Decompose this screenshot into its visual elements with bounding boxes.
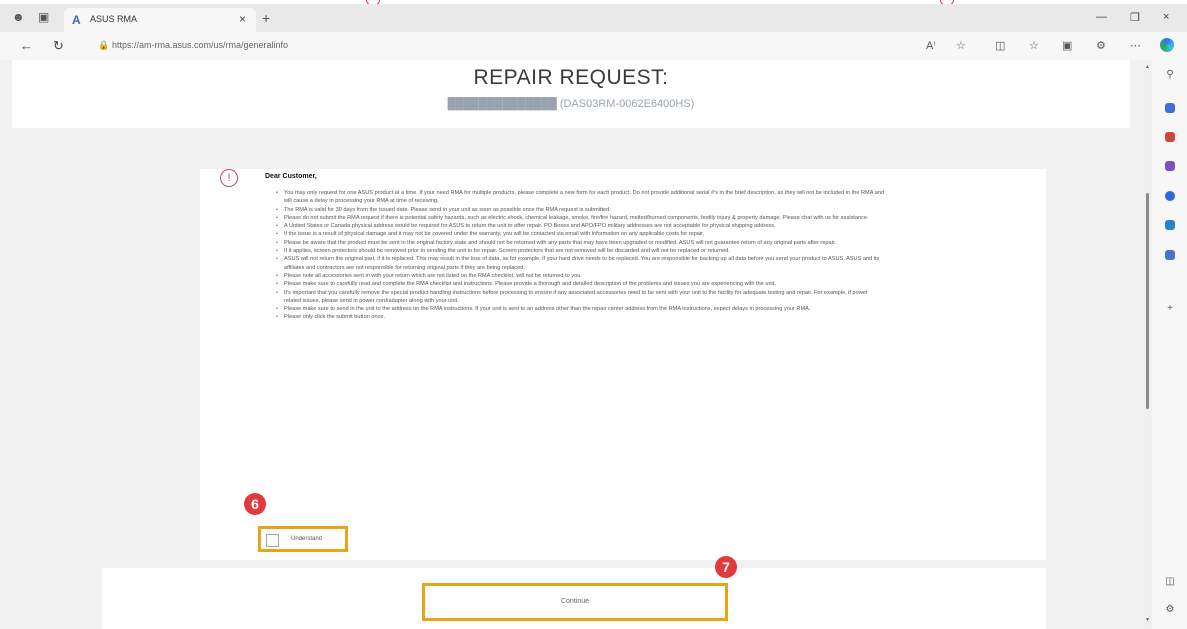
address-bar: ← ↻ 🔒 https://am-rma.asus.com/us/rma/gen… — [0, 32, 1187, 61]
warning-icon: ! — [220, 169, 238, 187]
serial-subtitle: ██████████████ (DAS03RM-0062E6400HS) — [447, 98, 695, 110]
step-6-badge: 6 — [244, 493, 266, 515]
scrollbar-thumb[interactable] — [1146, 193, 1149, 409]
games-icon[interactable] — [1165, 161, 1175, 171]
scroll-up-icon[interactable]: ▲ — [1145, 64, 1150, 70]
continue-button[interactable]: Continue — [422, 583, 728, 621]
edge-sidebar: ▲ ▼ ⚲ + ◫ ⚙ — [1144, 60, 1187, 629]
notice-item: Please note all accessories sent in with… — [276, 272, 886, 281]
close-window-icon[interactable]: × — [1163, 11, 1169, 23]
notice-item: Please be aware that the product must be… — [276, 239, 886, 248]
notice-item: The RMA is valid for 30 days from the is… — [276, 206, 886, 215]
read-aloud-icon[interactable]: Aⁱ — [926, 39, 935, 52]
page-viewport: REPAIR REQUEST: ██████████████ (DAS03RM-… — [0, 60, 1144, 629]
step-7-badge: 7 — [715, 556, 737, 578]
page-header: REPAIR REQUEST: ██████████████ (DAS03RM-… — [12, 60, 1130, 128]
understand-label[interactable]: Understand — [291, 536, 322, 542]
notice-item: It's important that you carefully remove… — [276, 289, 886, 306]
back-icon[interactable]: ← — [20, 38, 33, 53]
page-scrollbar[interactable]: ▲ ▼ — [1144, 60, 1152, 629]
tab-title: ASUS RMA — [90, 14, 138, 24]
notice-item: Please only click the submit button once… — [276, 313, 886, 322]
browser-tab[interactable]: A ASUS RMA × — [64, 8, 256, 32]
greeting: Dear Customer, — [265, 173, 317, 180]
collections-icon[interactable]: ▣ — [1062, 39, 1072, 52]
extensions-icon[interactable]: ⚙ — [1096, 39, 1106, 52]
copilot-icon[interactable] — [1160, 38, 1174, 52]
lock-icon[interactable]: 🔒 — [98, 40, 109, 51]
asus-favicon-icon: A — [72, 13, 81, 27]
agree-highlight: Understand — [258, 526, 348, 552]
url-field[interactable]: https://am-rma.asus.com/us/rma/generalin… — [112, 40, 288, 50]
notice-item: Please do not submit the RMA request if … — [276, 214, 886, 223]
page-title: REPAIR REQUEST: — [473, 66, 669, 89]
add-sidebar-icon[interactable]: + — [1165, 304, 1175, 314]
notice-card: ! Dear Customer, You may only request fo… — [200, 169, 1046, 560]
sidebar-layout-icon[interactable]: ◫ — [1165, 577, 1175, 587]
scroll-down-icon[interactable]: ▼ — [1145, 617, 1150, 623]
minimize-icon[interactable]: — — [1096, 11, 1107, 23]
more-menu-icon[interactable]: ⋯ — [1130, 39, 1141, 52]
continue-bar: 7 Continue — [102, 556, 1046, 629]
notice-item: You may only request for one ASUS produc… — [276, 189, 886, 206]
restore-icon[interactable]: ❐ — [1130, 11, 1140, 24]
new-tab-button[interactable]: + — [262, 10, 270, 26]
understand-checkbox[interactable] — [266, 534, 279, 547]
search-icon[interactable]: ⚲ — [1165, 70, 1175, 80]
shopping-tag-icon[interactable] — [1165, 103, 1175, 113]
drop-icon[interactable] — [1165, 250, 1175, 260]
profile-icon[interactable]: ☻ — [12, 11, 25, 23]
notice-item: A United States or Canada physical addre… — [276, 222, 886, 231]
tab-actions-icon[interactable]: ▣ — [38, 11, 50, 23]
microsoft365-icon[interactable] — [1165, 191, 1175, 201]
close-tab-icon[interactable]: × — [239, 12, 246, 26]
settings-gear-icon[interactable]: ⚙ — [1165, 605, 1175, 615]
notice-item: Please make sure to send in the unit to … — [276, 305, 886, 314]
outlook-icon[interactable] — [1165, 220, 1175, 230]
refresh-icon[interactable]: ↻ — [53, 38, 64, 54]
browser-title-bar: ☻ ▣ A ASUS RMA × + — ❐ × — [0, 4, 1187, 32]
favorite-star-icon[interactable]: ☆ — [956, 39, 966, 52]
notice-list: You may only request for one ASUS produc… — [276, 189, 886, 322]
tools-icon[interactable] — [1165, 132, 1175, 142]
notice-item: If it applies, screen protectors should … — [276, 247, 886, 256]
notice-item: ASUS will not return the original part, … — [276, 255, 886, 272]
split-screen-icon[interactable]: ◫ — [995, 39, 1005, 52]
notice-item: Please make sure to carefully read and c… — [276, 280, 886, 289]
notice-item: If the issue is a result of physical dam… — [276, 230, 886, 239]
favorites-icon[interactable]: ☆ — [1029, 39, 1039, 52]
